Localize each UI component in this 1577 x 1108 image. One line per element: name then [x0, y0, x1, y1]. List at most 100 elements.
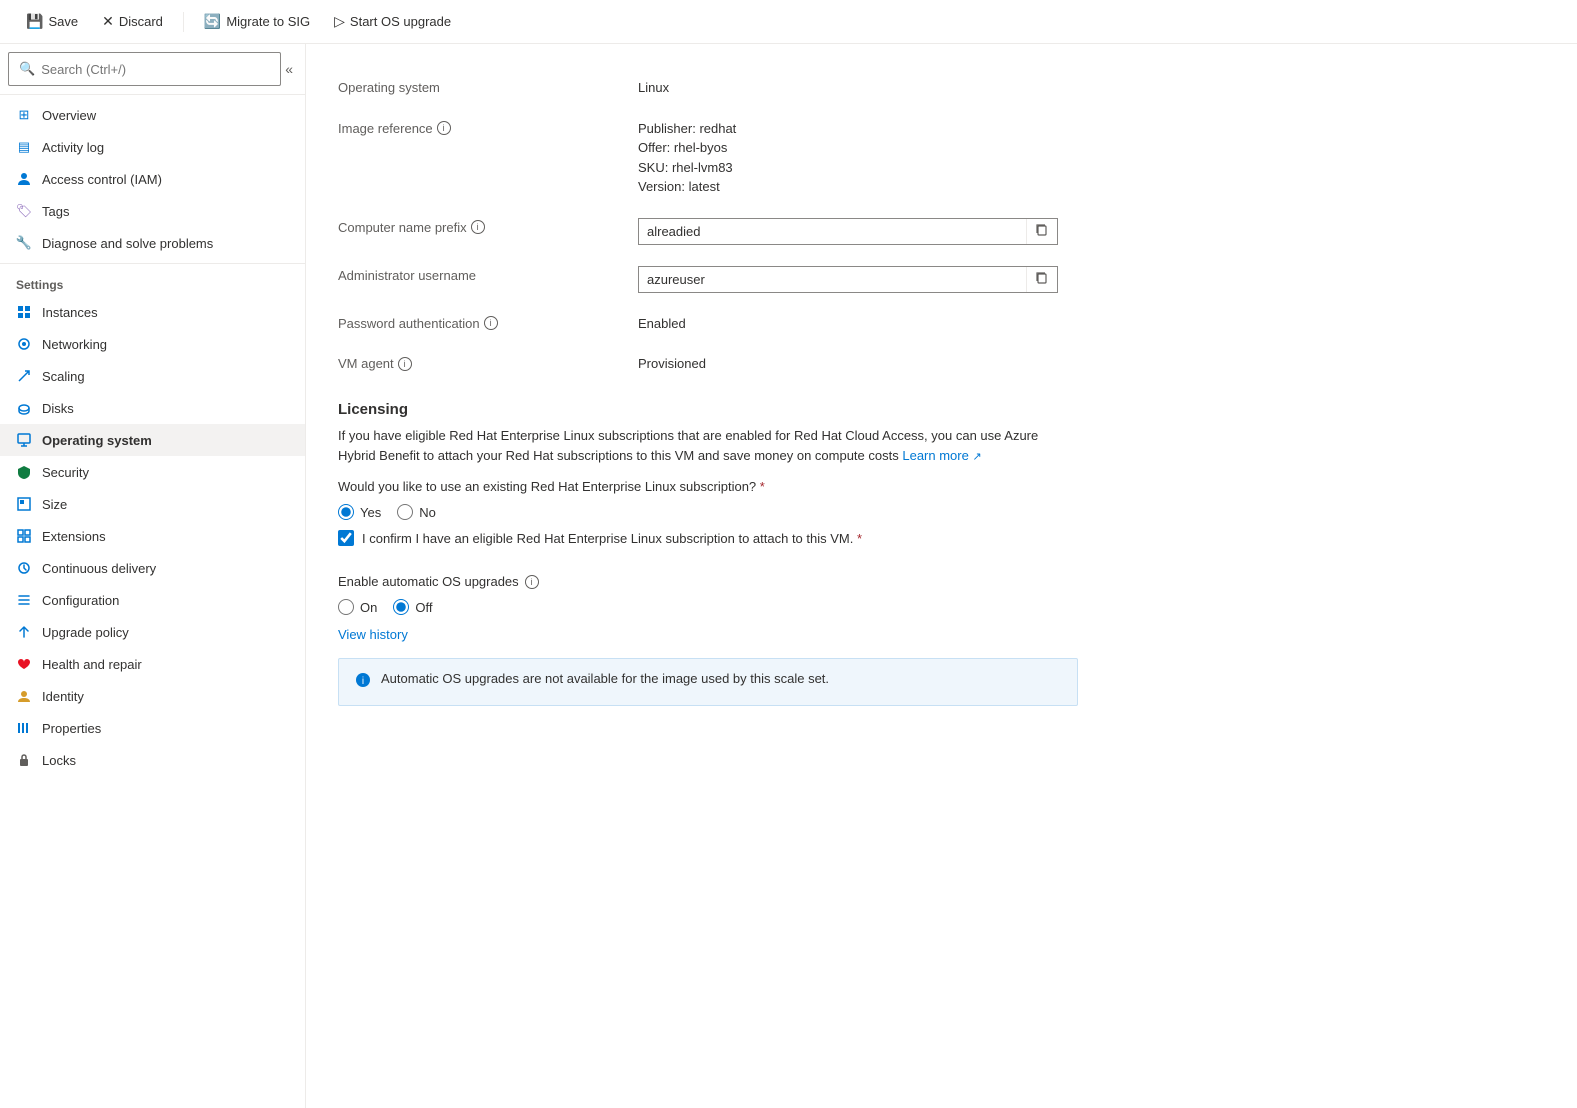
search-icon: 🔍 [19, 61, 35, 77]
computer-name-info-icon[interactable]: i [471, 220, 485, 234]
sidebar-divider [0, 263, 305, 264]
radio-no-label: No [419, 505, 436, 520]
computer-name-input[interactable] [639, 219, 1026, 244]
search-input[interactable] [41, 62, 270, 77]
toolbar: 💾 Save ✕ Discard 🔄 Migrate to SIG ▷ Star… [0, 0, 1577, 44]
computer-name-copy-button[interactable] [1026, 219, 1057, 244]
vm-agent-label: VM agent i [338, 354, 638, 371]
migrate-icon: 🔄 [204, 13, 221, 30]
radio-yes-label: Yes [360, 505, 381, 520]
sidebar-item-configuration[interactable]: Configuration [0, 584, 305, 616]
image-ref-value: Publisher: redhat Offer: rhel-byos SKU: … [638, 119, 1545, 197]
save-button[interactable]: 💾 Save [16, 8, 88, 35]
main-layout: 🔍 « ⊞ Overview ▤ Activity log Access con… [0, 44, 1577, 1108]
sidebar-item-extensions[interactable]: Extensions [0, 520, 305, 552]
settings-section-label: Settings [0, 268, 305, 296]
search-box[interactable]: 🔍 [8, 52, 281, 86]
password-auth-field-row: Password authentication i Enabled [338, 304, 1545, 345]
upgrade-on-input[interactable] [338, 599, 354, 615]
sidebar-item-size[interactable]: Size [0, 488, 305, 520]
computer-name-field-row: Computer name prefix i [338, 208, 1545, 256]
view-history-link[interactable]: View history [338, 627, 408, 642]
upgrade-on-label: On [360, 600, 377, 615]
admin-username-copy-button[interactable] [1026, 267, 1057, 292]
sidebar-item-health-and-repair[interactable]: Health and repair [0, 648, 305, 680]
upgrade-off-item[interactable]: Off [393, 599, 432, 615]
computer-name-label: Computer name prefix i [338, 218, 638, 235]
sidebar-item-upgrade-policy[interactable]: Upgrade policy [0, 616, 305, 648]
admin-username-input-group [638, 266, 1058, 293]
os-upgrades-info-icon[interactable]: i [525, 575, 539, 589]
sidebar-item-label: Networking [42, 337, 107, 352]
size-icon [16, 496, 32, 512]
licensing-description: If you have eligible Red Hat Enterprise … [338, 426, 1058, 468]
subscription-required-star: * [760, 479, 765, 494]
image-ref-field-row: Image reference i Publisher: redhat Offe… [338, 109, 1545, 208]
locks-icon [16, 752, 32, 768]
sidebar-item-operating-system[interactable]: Operating system [0, 424, 305, 456]
admin-username-input[interactable] [639, 267, 1026, 292]
migrate-to-sig-button[interactable]: 🔄 Migrate to SIG [194, 8, 320, 35]
confirm-checkbox[interactable] [338, 530, 354, 546]
start-os-upgrade-button[interactable]: ▷ Start OS upgrade [324, 8, 461, 35]
sidebar-item-label: Health and repair [42, 657, 142, 672]
toolbar-divider [183, 12, 184, 32]
subscription-question-row: Would you like to use an existing Red Ha… [338, 479, 1545, 494]
identity-icon [16, 688, 32, 704]
upgrade-off-label: Off [415, 600, 432, 615]
sidebar-item-label: Properties [42, 721, 101, 736]
image-ref-label: Image reference i [338, 119, 638, 136]
vm-agent-info-icon[interactable]: i [398, 357, 412, 371]
sidebar-item-label: Size [42, 497, 67, 512]
sidebar-item-properties[interactable]: Properties [0, 712, 305, 744]
upgrade-radio-group: On Off [338, 599, 1545, 615]
sidebar-item-networking[interactable]: Networking [0, 328, 305, 360]
password-auth-info-icon[interactable]: i [484, 316, 498, 330]
password-auth-value: Enabled [638, 314, 1545, 334]
discard-icon: ✕ [102, 13, 114, 30]
vm-agent-field-row: VM agent i Provisioned [338, 344, 1545, 385]
sidebar-item-instances[interactable]: Instances [0, 296, 305, 328]
sidebar-item-scaling[interactable]: Scaling [0, 360, 305, 392]
security-icon [16, 464, 32, 480]
upgrade-on-item[interactable]: On [338, 599, 377, 615]
radio-yes-input[interactable] [338, 504, 354, 520]
collapse-sidebar-button[interactable]: « [281, 57, 297, 81]
sidebar-item-locks[interactable]: Locks [0, 744, 305, 776]
access-control-icon [16, 171, 32, 187]
sidebar-item-label: Scaling [42, 369, 85, 384]
sidebar-item-diagnose[interactable]: 🔧 Diagnose and solve problems [0, 227, 305, 259]
sidebar-item-label: Operating system [42, 433, 152, 448]
sidebar-item-security[interactable]: Security [0, 456, 305, 488]
learn-more-link[interactable]: Learn more ↗ [902, 448, 981, 463]
sidebar-item-tags[interactable]: 🏷 Tags [0, 195, 305, 227]
upgrade-policy-icon [16, 624, 32, 640]
sidebar-item-label: Disks [42, 401, 74, 416]
info-banner-text: Automatic OS upgrades are not available … [381, 671, 829, 686]
sidebar-item-label: Identity [42, 689, 84, 704]
vm-agent-value: Provisioned [638, 354, 1545, 374]
sidebar-item-label: Upgrade policy [42, 625, 129, 640]
confirm-checkbox-item[interactable]: I confirm I have an eligible Red Hat Ent… [338, 530, 1545, 546]
computer-name-value [638, 218, 1545, 245]
licensing-title: Licensing [338, 401, 1545, 418]
os-icon [16, 432, 32, 448]
radio-no-item[interactable]: No [397, 504, 436, 520]
sidebar-item-identity[interactable]: Identity [0, 680, 305, 712]
radio-no-input[interactable] [397, 504, 413, 520]
subscription-question: Would you like to use an existing Red Ha… [338, 479, 756, 494]
computer-name-input-group [638, 218, 1058, 245]
sidebar-item-continuous-delivery[interactable]: Continuous delivery [0, 552, 305, 584]
sidebar-item-overview[interactable]: ⊞ Overview [0, 99, 305, 131]
upgrade-off-input[interactable] [393, 599, 409, 615]
sidebar-item-access-control[interactable]: Access control (IAM) [0, 163, 305, 195]
radio-yes-item[interactable]: Yes [338, 504, 381, 520]
discard-button[interactable]: ✕ Discard [92, 8, 173, 35]
sidebar-item-label: Tags [42, 204, 69, 219]
confirm-label: I confirm I have an eligible Red Hat Ent… [362, 531, 862, 546]
sidebar-item-activity-log[interactable]: ▤ Activity log [0, 131, 305, 163]
image-ref-info-icon[interactable]: i [437, 121, 451, 135]
instances-icon [16, 304, 32, 320]
sidebar-item-disks[interactable]: Disks [0, 392, 305, 424]
scaling-icon [16, 368, 32, 384]
